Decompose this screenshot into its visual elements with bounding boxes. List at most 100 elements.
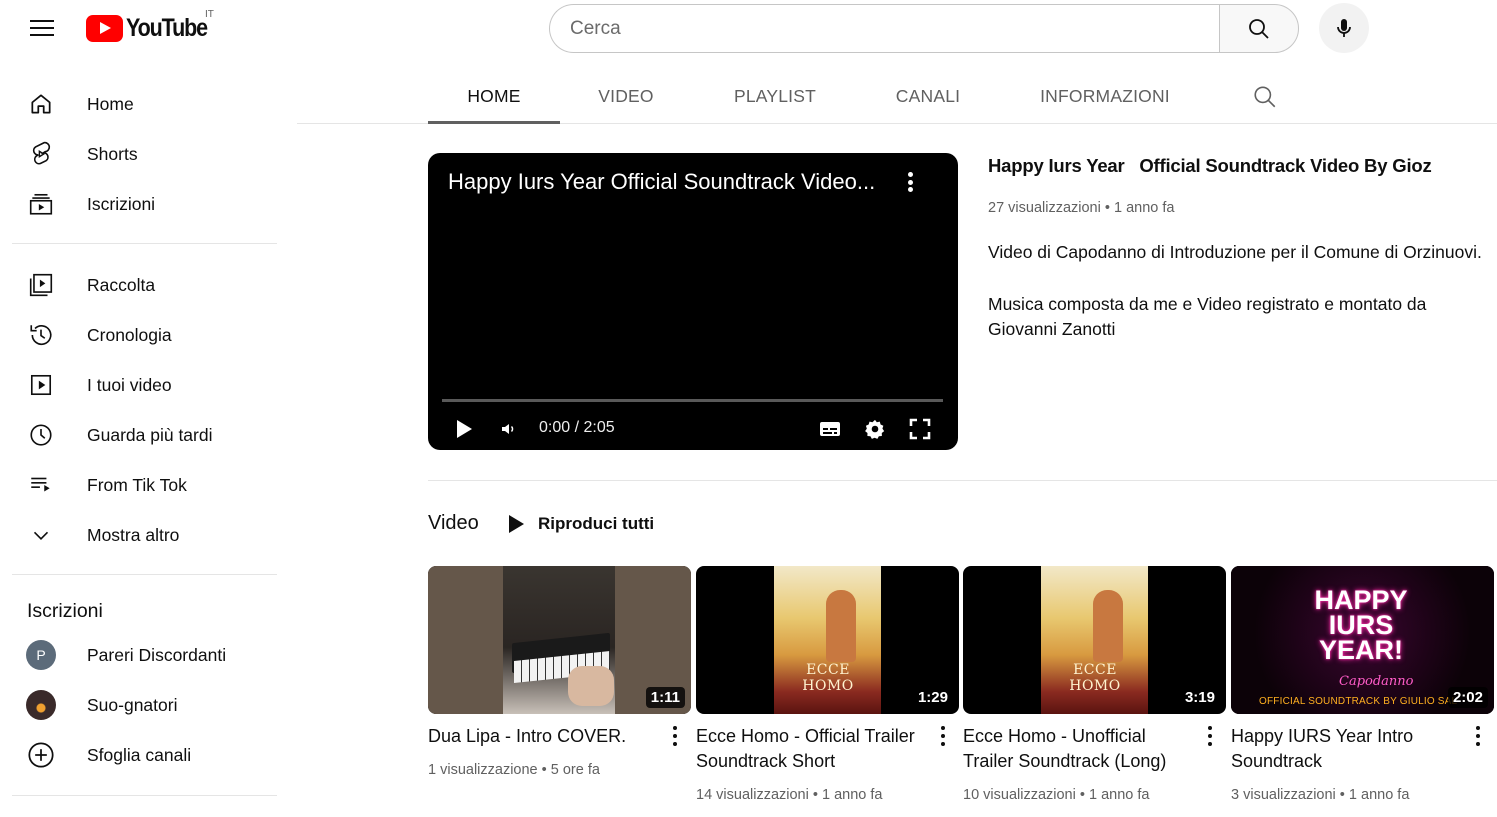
video-meta: 3 visualizzazioni • 1 anno fa (1231, 787, 1410, 803)
sidebar-item-i-tuoi-video[interactable]: I tuoi video (12, 361, 278, 409)
country-code: IT (205, 9, 214, 20)
sidebar-item-label: Home (87, 93, 134, 114)
sidebar-divider (12, 795, 277, 796)
volume-icon (502, 424, 514, 434)
shelf-title[interactable]: Video (428, 512, 479, 535)
add-circle-icon (28, 742, 54, 768)
tab-home[interactable]: HOME (428, 70, 560, 123)
menu-icon[interactable] (22, 10, 62, 46)
sidebar-item-guarda-piu-tardi[interactable]: Guarda più tardi (12, 411, 278, 459)
duration-badge: 1:11 (645, 687, 685, 708)
tab-canali[interactable]: CANALI (877, 70, 979, 123)
video-thumbnail[interactable]: ECCE HOMO 1:29 (696, 566, 959, 714)
featured-video-player[interactable]: Happy Iurs Year Official Soundtrack Vide… (428, 153, 958, 450)
avatar (26, 690, 56, 720)
subscriptions-icon (29, 193, 53, 215)
view-count: 3 visualizzazioni (1231, 787, 1336, 803)
sidebar-item-from-tik-tok[interactable]: From Tik Tok (12, 461, 278, 509)
video-meta: 1 visualizzazione • 5 ore fa (428, 762, 600, 778)
sidebar-item-label: Pareri Discordanti (87, 644, 227, 665)
video-title[interactable]: Happy IURS Year Intro Soundtrack (1231, 724, 1463, 774)
featured-video-title[interactable]: Happy Iurs Year Official Soundtrack Vide… (988, 155, 1432, 177)
more-vert-icon[interactable] (667, 726, 683, 746)
youtube-logo[interactable]: YouTube (86, 14, 220, 43)
tab-informazioni[interactable]: INFORMAZIONI (1028, 70, 1182, 123)
library-icon (29, 273, 53, 297)
logo-text: YouTube (126, 14, 208, 42)
more-vert-icon[interactable] (900, 170, 920, 194)
progress-bar[interactable] (442, 399, 943, 402)
sidebar-subscription-pareri-discordanti[interactable]: P Pareri Discordanti (12, 631, 278, 679)
featured-description-line: Video di Capodanno di Introduzione per i… (988, 242, 1482, 262)
sidebar-item-iscrizioni[interactable]: Iscrizioni (12, 180, 278, 228)
upload-age: 1 anno fa (1348, 787, 1410, 803)
section-divider (428, 480, 1497, 481)
sidebar-item-label: I tuoi video (87, 374, 172, 395)
sidebar-item-shorts[interactable]: Shorts (12, 130, 278, 178)
voice-search-button[interactable] (1319, 3, 1369, 53)
duration-badge: 3:19 (1179, 687, 1220, 708)
more-vert-icon[interactable] (1202, 726, 1218, 746)
gear-icon (865, 419, 885, 439)
video-meta: 14 visualizzazioni • 1 anno fa (696, 787, 883, 803)
sidebar-item-label: Iscrizioni (87, 193, 156, 214)
tab-playlist[interactable]: PLAYLIST (715, 70, 835, 123)
play-all-button[interactable]: Riproduci tutti (506, 510, 654, 538)
search-button[interactable] (1219, 4, 1299, 53)
video-title[interactable]: Dua Lipa - Intro COVER. (428, 724, 660, 749)
video-thumbnail[interactable]: HAPPY IURS YEAR! Capodanno OFFICIAL SOUN… (1231, 566, 1494, 714)
video-card[interactable]: 1:11 Dua Lipa - Intro COVER. 1 visualizz… (428, 566, 691, 816)
settings-button[interactable] (862, 416, 888, 442)
search-input[interactable]: Cerca (549, 4, 1220, 53)
thumbnail-footer: OFFICIAL SOUNDTRACK BY GIULIO SAL (1259, 696, 1458, 707)
channel-search-button[interactable] (1247, 70, 1283, 123)
upload-age: 1 anno fa (821, 787, 883, 803)
sidebar-item-label: Sfoglia canali (87, 744, 192, 765)
duration-badge: 1:29 (912, 687, 953, 708)
sidebar-item-label: Cronologia (87, 324, 172, 345)
upload-age: 1 anno fa (1088, 787, 1150, 803)
sidebar-item-label: From Tik Tok (87, 474, 187, 495)
sidebar-item-mostra-altro[interactable]: Mostra altro (12, 511, 278, 559)
featured-video-meta: 27 visualizzazioni • 1 anno fa (988, 200, 1174, 216)
video-card[interactable]: HAPPY IURS YEAR! Capodanno OFFICIAL SOUN… (1231, 566, 1494, 816)
subtitles-button[interactable] (817, 417, 843, 441)
poster-text: ECCE HOMO (1069, 662, 1121, 694)
thumbnail-text: HAPPY IURS YEAR! (1314, 585, 1408, 665)
sidebar: Home Shorts Iscrizioni Raccolta Cronolog… (0, 56, 290, 817)
video-thumbnail[interactable]: 1:11 (428, 566, 691, 714)
search-placeholder: Cerca (570, 17, 621, 39)
duration-badge: 2:02 (1447, 687, 1488, 708)
upload-age: 1 anno fa (1113, 200, 1175, 216)
video-title[interactable]: Ecce Homo - Unofficial Trailer Soundtrac… (963, 724, 1195, 774)
video-meta: 10 visualizzazioni • 1 anno fa (963, 787, 1150, 803)
sidebar-item-sfoglia-canali[interactable]: Sfoglia canali (12, 731, 278, 779)
sidebar-item-label: Suo-gnatori (87, 694, 178, 715)
video-card[interactable]: ECCE HOMO 1:29 Ecce Homo - Official Trai… (696, 566, 959, 816)
view-count: 10 visualizzazioni (963, 787, 1076, 803)
video-title[interactable]: Ecce Homo - Official Trailer Soundtrack … (696, 724, 928, 774)
play-icon (457, 420, 472, 438)
more-vert-icon[interactable] (935, 726, 951, 746)
watch-later-icon (30, 424, 52, 446)
tab-video[interactable]: VIDEO (580, 70, 672, 123)
avatar: P (26, 640, 56, 670)
play-button[interactable] (452, 416, 476, 442)
player-title[interactable]: Happy Iurs Year Official Soundtrack Vide… (448, 169, 875, 195)
more-vert-icon[interactable] (1470, 726, 1486, 746)
sidebar-divider (12, 243, 277, 244)
volume-button[interactable] (496, 418, 520, 440)
sidebar-subscription-suo-gnatori[interactable]: Suo-gnatori (12, 681, 278, 729)
sidebar-item-raccolta[interactable]: Raccolta (12, 261, 278, 309)
play-all-label: Riproduci tutti (538, 514, 655, 533)
thumbnail-script: Capodanno (1339, 674, 1414, 689)
poster-text: ECCE HOMO (802, 662, 854, 694)
youtube-play-icon (86, 15, 123, 42)
video-thumbnail[interactable]: ECCE HOMO 3:19 (963, 566, 1226, 714)
sidebar-item-label: Shorts (87, 143, 138, 164)
sidebar-item-home[interactable]: Home (12, 80, 278, 128)
fullscreen-button[interactable] (907, 416, 933, 442)
sidebar-item-cronologia[interactable]: Cronologia (12, 311, 278, 359)
search-icon (1254, 85, 1276, 107)
video-card[interactable]: ECCE HOMO 3:19 Ecce Homo - Unofficial Tr… (963, 566, 1226, 816)
